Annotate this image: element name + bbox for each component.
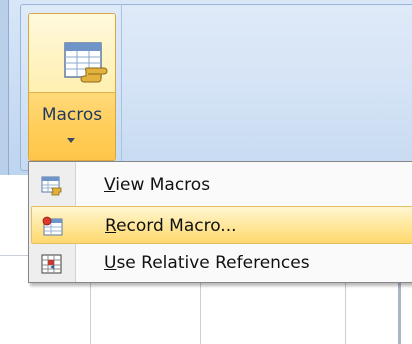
macros-dropdown-menu: View Macros Record Macro... Use Relative… <box>28 161 412 283</box>
ribbon-left-edge <box>0 0 9 175</box>
macros-button-label: Macros <box>41 105 103 125</box>
view-macros-icon <box>41 175 63 201</box>
macros-button-dropdown[interactable] <box>29 92 115 160</box>
chevron-down-icon <box>67 138 75 143</box>
menu-item-view-macros[interactable]: View Macros <box>31 166 412 204</box>
mnemonic-letter: U <box>104 253 117 273</box>
menu-item-label: View Macros <box>104 175 210 195</box>
mnemonic-letter: R <box>105 216 117 236</box>
menu-item-use-relative-references[interactable]: Use Relative References <box>31 244 412 282</box>
menu-item-label-rest: iew Macros <box>115 175 211 195</box>
menu-item-label-rest: se Relative References <box>116 253 310 273</box>
relative-references-icon <box>41 253 63 279</box>
menu-item-label-rest: ecord Macro... <box>116 216 237 236</box>
ribbon-group-divider <box>121 4 122 164</box>
record-macro-icon <box>42 216 64 242</box>
macros-button[interactable]: Macros <box>28 13 116 161</box>
menu-item-record-macro[interactable]: Record Macro... <box>31 206 412 244</box>
menu-item-label: Record Macro... <box>105 216 237 236</box>
macros-sheet-scroll-icon <box>64 39 108 87</box>
menu-item-label: Use Relative References <box>104 253 310 273</box>
mnemonic-letter: V <box>104 175 116 195</box>
